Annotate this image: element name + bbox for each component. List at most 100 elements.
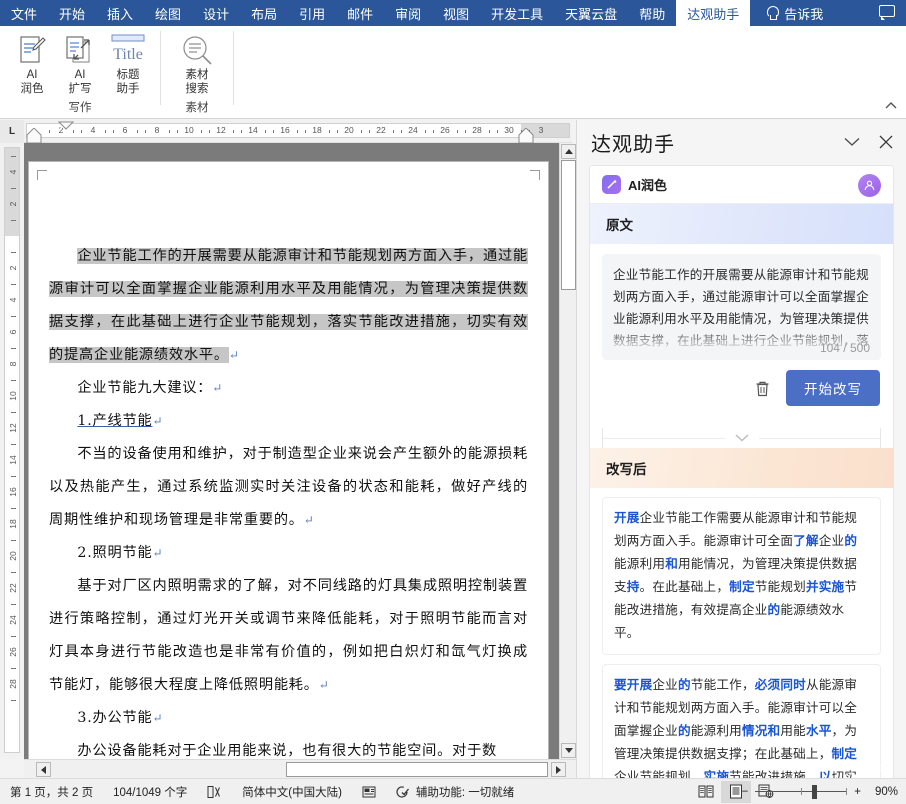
- chevron-down-icon[interactable]: [842, 132, 862, 152]
- ribbon-tab-developer[interactable]: 开发工具: [480, 0, 554, 26]
- right-indent-glyph[interactable]: [518, 128, 534, 144]
- rewrite-plain-text: 企业节能规划，: [614, 770, 704, 778]
- document-text[interactable]: 企业节能工作的开展需要从能源审计和节能规划两方面入手，通过能源审计可以全面掌握企…: [49, 240, 528, 759]
- rewrite-diff-highlight: 要开展: [614, 678, 653, 692]
- material-search-label-1: 素材: [185, 69, 209, 81]
- v-tick-24: 24: [8, 615, 18, 625]
- document-horizontal-scrollbar[interactable]: [24, 759, 576, 778]
- ai-polish-badge-icon: [602, 175, 621, 194]
- tell-me-search[interactable]: 告诉我: [750, 0, 833, 26]
- ribbon-tab-references[interactable]: 引用: [288, 0, 336, 26]
- document-canvas[interactable]: 企业节能工作的开展需要从能源审计和节能规划两方面入手，通过能源审计可以全面掌握企…: [24, 143, 576, 759]
- zoom-slider-thumb[interactable]: [812, 784, 818, 799]
- ruler-tick-24: 24: [408, 125, 418, 135]
- page-indicator[interactable]: 第 1 页，共 2 页: [0, 784, 103, 800]
- start-rewrite-button[interactable]: 开始改写: [786, 370, 880, 406]
- ai-expand-button[interactable]: AI 扩写: [56, 30, 104, 96]
- ruler-tick-8: 8: [154, 125, 160, 135]
- horizontal-scroll-thumb[interactable]: [286, 762, 548, 777]
- scroll-right-arrow[interactable]: [551, 762, 566, 777]
- zoom-level[interactable]: 90%: [868, 786, 898, 798]
- heading-text: 1.产线节能: [77, 413, 153, 429]
- rewrite-plain-text: 能源利用: [690, 724, 742, 738]
- v-tick-4: 4: [8, 297, 18, 303]
- horizontal-ruler-track: 2 4 6 8 10 12 14 16 18 20 22 24 26 28 30…: [26, 123, 570, 138]
- ribbon-tab-file[interactable]: 文件: [0, 0, 48, 26]
- ribbon-group-material: 素材 搜索 素材: [161, 26, 233, 119]
- vertical-ruler[interactable]: 4 2 2 4 6 8 10 12 14 16 18 20 22 24 26 2…: [0, 143, 24, 759]
- avatar[interactable]: [858, 174, 881, 197]
- ribbon-tab-insert[interactable]: 插入: [96, 0, 144, 26]
- ribbon-tab-tianyi-cloud[interactable]: 天翼云盘: [554, 0, 628, 26]
- ribbon-tab-home[interactable]: 开始: [48, 0, 96, 26]
- v-tick-20: 20: [8, 551, 18, 561]
- document-paragraph[interactable]: 基于对厂区内照明需求的了解，对不同线路的灯具集成照明控制装置进行策略控制，通过灯…: [49, 570, 528, 702]
- ai-expand-icon: [64, 32, 96, 68]
- rewrite-result-item[interactable]: 要开展企业的节能工作，必须同时从能源审计和节能规划两方面入手。能源审计可以全面掌…: [602, 664, 881, 778]
- collapse-ribbon-icon[interactable]: [882, 96, 900, 114]
- rewrite-result-item[interactable]: 开展企业节能工作需要从能源审计和节能规划两方面入手。能源审计可全面了解企业的能源…: [602, 497, 881, 655]
- v-tick-2: 2: [8, 265, 18, 271]
- title-assistant-button[interactable]: Title 标题 助手: [104, 30, 152, 96]
- ruler-tick-28: 28: [472, 125, 482, 135]
- paragraph-text: 企业节能九大建议：: [77, 380, 213, 396]
- proofing-icon[interactable]: [197, 785, 232, 799]
- left-indent-glyph[interactable]: [26, 128, 42, 144]
- tab-stop-selector[interactable]: L: [0, 120, 24, 143]
- ribbon-tab-mailings[interactable]: 邮件: [336, 0, 384, 26]
- document-paragraph[interactable]: 企业节能工作的开展需要从能源审计和节能规划两方面入手，通过能源审计可以全面掌握企…: [49, 240, 528, 372]
- v-tick-g4: 4: [8, 169, 18, 175]
- comments-icon[interactable]: [879, 5, 896, 20]
- paragraph-mark: ↵: [303, 513, 314, 527]
- language-indicator[interactable]: 简体中文(中国大陆): [232, 784, 352, 800]
- document-page[interactable]: 企业节能工作的开展需要从能源审计和节能规划两方面入手，通过能源审计可以全面掌握企…: [28, 161, 549, 759]
- material-search-button[interactable]: 素材 搜索: [169, 30, 225, 96]
- ribbon-tab-review[interactable]: 审阅: [384, 0, 432, 26]
- lightbulb-icon: [766, 5, 780, 21]
- ribbon-tab-design[interactable]: 设计: [192, 0, 240, 26]
- document-heading[interactable]: 1.产线节能↵: [49, 405, 528, 438]
- rewrite-plain-text: 用能: [780, 724, 806, 738]
- vertical-ruler-margin: [5, 148, 19, 236]
- read-mode-view-button[interactable]: [691, 781, 721, 803]
- ribbon-tab-view[interactable]: 视图: [432, 0, 480, 26]
- chevron-down-icon[interactable]: [725, 431, 759, 445]
- ruler-tick-32: 3: [538, 125, 544, 135]
- panel-scroll-area[interactable]: AI润色 原文 企业节能工作的开展需要从能源审计和节能规划两方面入手，通过能源审…: [577, 165, 906, 778]
- document-paragraph[interactable]: 办公设备能耗对于企业用能来说，也有很大的节能空间。对于数: [49, 735, 528, 759]
- zoom-slider[interactable]: [755, 784, 848, 799]
- scroll-down-arrow[interactable]: [561, 743, 576, 758]
- zoom-out-button[interactable]: −: [742, 786, 749, 798]
- accessibility-status[interactable]: 辅助功能: 一切就绪: [386, 784, 524, 800]
- rewrite-diff-highlight: 以: [818, 770, 832, 778]
- ribbon-tab-daguan-assistant[interactable]: 达观助手: [676, 0, 751, 26]
- heading-text: 2.照明节能: [77, 545, 153, 561]
- ruler-tick-10: 10: [184, 125, 194, 135]
- word-window: 文件 开始 插入 绘图 设计 布局 引用 邮件 审阅 视图 开发工具 天翼云盘 …: [0, 0, 906, 804]
- origin-textarea[interactable]: 企业节能工作的开展需要从能源审计和节能规划两方面入手，通过能源审计可以全面掌握企…: [602, 254, 881, 360]
- ribbon-tab-draw[interactable]: 绘图: [144, 0, 192, 26]
- first-line-indent-glyph[interactable]: [58, 121, 74, 130]
- section-collapse-divider[interactable]: [602, 428, 881, 448]
- word-count[interactable]: 104/1049 个字: [103, 784, 197, 800]
- rewrite-plain-text: 能源利用: [614, 557, 666, 571]
- ai-polish-button[interactable]: AI 润色: [8, 30, 56, 96]
- horizontal-ruler[interactable]: L 2 4 6 8 10 12 14 16 18 20 22 24 26 28 …: [0, 120, 572, 144]
- vertical-scroll-thumb[interactable]: [561, 160, 576, 290]
- document-heading[interactable]: 2.照明节能↵: [49, 537, 528, 570]
- macro-icon[interactable]: [352, 785, 386, 799]
- scroll-up-arrow[interactable]: [561, 144, 576, 159]
- document-paragraph[interactable]: 企业节能九大建议：↵: [49, 372, 528, 405]
- document-vertical-scrollbar[interactable]: [559, 143, 576, 759]
- document-paragraph[interactable]: 不当的设备使用和维护，对于制造型企业来说会产生额外的能源损耗以及热能产生，通过系…: [49, 438, 528, 537]
- heading-text: 3.办公节能: [77, 710, 153, 726]
- ribbon-tab-layout[interactable]: 布局: [240, 0, 288, 26]
- rewrite-plain-text: 节能改进措施，: [729, 770, 819, 778]
- document-heading[interactable]: 3.办公节能↵: [49, 702, 528, 735]
- ribbon-tab-help[interactable]: 帮助: [628, 0, 676, 26]
- trash-icon[interactable]: [752, 378, 772, 398]
- zoom-in-button[interactable]: +: [854, 786, 861, 798]
- rewrite-diff-highlight: 的: [767, 603, 781, 617]
- close-icon[interactable]: [876, 132, 896, 152]
- scroll-left-arrow[interactable]: [36, 762, 51, 777]
